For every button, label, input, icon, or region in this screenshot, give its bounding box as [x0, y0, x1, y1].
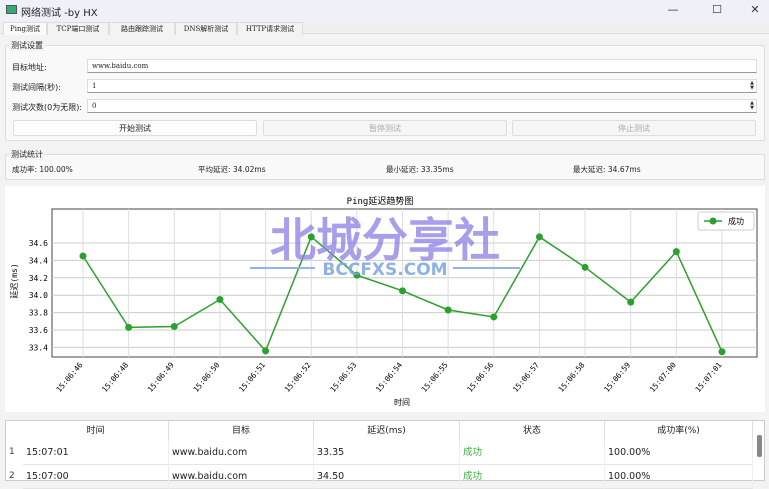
chart-title: Ping延迟趋势图	[347, 195, 414, 207]
tab-bar: Ping测试 TCP端口测试 路由跟踪测试 DNS解析测试 HTTP请求测试	[0, 20, 769, 35]
table-cell[interactable]: 成功	[460, 465, 605, 489]
target-input[interactable]: www.baidu.com	[87, 59, 757, 73]
chart-svg: Ping延迟趋势图 延迟(ms) 时间 33.4 33.6 33.8 34.0 34.2…	[9, 195, 758, 407]
min-latency: 最小延迟: 33.35ms	[386, 165, 454, 174]
x-tick-label: 15:06:58	[556, 360, 586, 394]
pause-button[interactable]: 暂停测试	[263, 120, 507, 136]
count-spinbox[interactable]: 0 ▲ ▼	[87, 99, 757, 113]
column-header[interactable]: 时间	[23, 421, 169, 441]
x-tick-label: 15:07:01	[693, 361, 723, 394]
window-title: 网络测试 -by HX	[21, 8, 98, 19]
data-point	[581, 263, 589, 271]
stats-group	[5, 154, 765, 180]
x-tick-label: 15:07:00	[648, 360, 678, 394]
x-tick-label: 15:06:48	[100, 360, 130, 394]
interval-label: 测试间隔(秒):	[12, 83, 61, 92]
y-axis-label: 延迟(ms)	[9, 263, 19, 298]
vertical-scrollbar[interactable]	[757, 435, 762, 457]
table-cell[interactable]: 33.35	[314, 441, 460, 465]
table-cell[interactable]: 100.00%	[605, 441, 753, 465]
title-bar: 网络测试 -by HX — ☐ ✕	[0, 0, 769, 20]
x-tick-label: 15:06:59	[602, 361, 632, 394]
data-point	[79, 252, 87, 260]
x-tick-label: 15:06:50	[191, 360, 221, 394]
data-point	[444, 306, 452, 314]
maximize-button[interactable]: ☐	[703, 2, 731, 18]
y-tick-label: 34.2	[29, 274, 48, 283]
watermark-cn: 北城分享社	[270, 213, 500, 267]
minimize-button[interactable]: —	[659, 2, 687, 18]
x-tick-label: 15:06:49	[146, 361, 176, 394]
table-cell[interactable]: www.baidu.com	[169, 441, 314, 465]
watermark-en: BCCFXS.COM	[322, 260, 447, 280]
column-header[interactable]: 成功率(%)	[605, 421, 753, 441]
results-table: 时间 目标 延迟(ms) 状态 成功率(%) 1 15:07:01 www.baidu.com…	[5, 420, 765, 489]
legend-label: 成功	[728, 216, 744, 226]
target-label: 目标地址:	[12, 63, 47, 72]
interval-value: 1	[92, 82, 97, 90]
count-value: 0	[92, 102, 97, 110]
data-point	[490, 313, 498, 321]
y-tick-label: 34.0	[29, 291, 48, 300]
data-point	[627, 298, 635, 306]
data-point	[672, 248, 680, 256]
y-tick-label: 33.6	[29, 326, 48, 335]
x-tick-label: 15:06:51	[237, 361, 267, 394]
table-cell[interactable]: 成功	[460, 441, 605, 465]
x-tick-label: 15:06:57	[511, 361, 541, 394]
legend-marker	[709, 217, 717, 225]
table-cell[interactable]: 100.00%	[605, 465, 753, 489]
stats-title: 测试统计	[9, 149, 45, 160]
tab-ping[interactable]: Ping测试	[3, 22, 47, 35]
close-button[interactable]: ✕	[741, 2, 769, 18]
x-tick-label: 15:06:55	[420, 361, 450, 394]
data-point	[170, 323, 178, 331]
x-axis-label: 时间	[394, 397, 410, 407]
x-tick-label: 15:06:53	[328, 361, 358, 394]
spin-arrows-icon[interactable]: ▲ ▼	[750, 81, 754, 91]
column-header[interactable]: 延迟(ms)	[314, 421, 460, 441]
table-cell[interactable]: 15:07:01	[23, 441, 169, 465]
y-tick-label: 34.6	[29, 239, 48, 248]
y-tick-label: 34.4	[29, 256, 48, 265]
settings-title: 测试设置	[9, 40, 45, 51]
column-header[interactable]: 状态	[460, 421, 605, 441]
y-tick-label: 33.4	[29, 343, 48, 352]
row-number: 1	[9, 447, 15, 457]
column-header[interactable]: 目标	[169, 421, 314, 441]
watermark: 北城分享社 BCCFXS.COM	[250, 213, 520, 280]
y-tick-label: 33.8	[29, 309, 48, 318]
data-point	[718, 348, 726, 356]
max-latency: 最大延迟: 34.67ms	[573, 165, 641, 174]
x-tick-label: 15:06:52	[283, 361, 313, 394]
app-icon	[6, 5, 17, 14]
success-rate: 成功率: 100.00%	[12, 165, 73, 174]
count-label: 测试次数(0为无限):	[12, 103, 83, 112]
tab-http[interactable]: HTTP请求测试	[237, 22, 303, 35]
legend: 成功	[697, 211, 755, 231]
x-tick-label: 15:06:56	[465, 360, 495, 394]
data-point	[535, 233, 543, 241]
data-point	[399, 287, 406, 295]
table-cell[interactable]: 34.50	[314, 465, 460, 489]
data-point	[125, 323, 133, 331]
table-cell[interactable]: 15:07:00	[23, 465, 169, 489]
x-tick-label: 15:06:54	[374, 360, 404, 394]
x-tick-label: 15:06:46	[54, 360, 84, 394]
latency-chart: Ping延迟趋势图 延迟(ms) 时间 33.4 33.6 33.8 34.0 34.2…	[5, 186, 765, 412]
tab-traceroute[interactable]: 路由跟踪测试	[109, 22, 175, 35]
data-point	[262, 347, 270, 355]
tab-dns[interactable]: DNS解析测试	[175, 22, 237, 35]
spin-arrows-icon[interactable]: ▲ ▼	[750, 101, 754, 111]
table-cell[interactable]: www.baidu.com	[169, 465, 314, 489]
interval-spinbox[interactable]: 1 ▲ ▼	[87, 79, 757, 93]
data-point	[216, 296, 224, 304]
row-number: 2	[9, 471, 15, 481]
avg-latency: 平均延迟: 34.02ms	[198, 165, 266, 174]
tab-tcp[interactable]: TCP端口测试	[47, 22, 109, 35]
stop-button[interactable]: 停止测试	[512, 120, 756, 136]
start-button[interactable]: 开始测试	[13, 120, 257, 136]
